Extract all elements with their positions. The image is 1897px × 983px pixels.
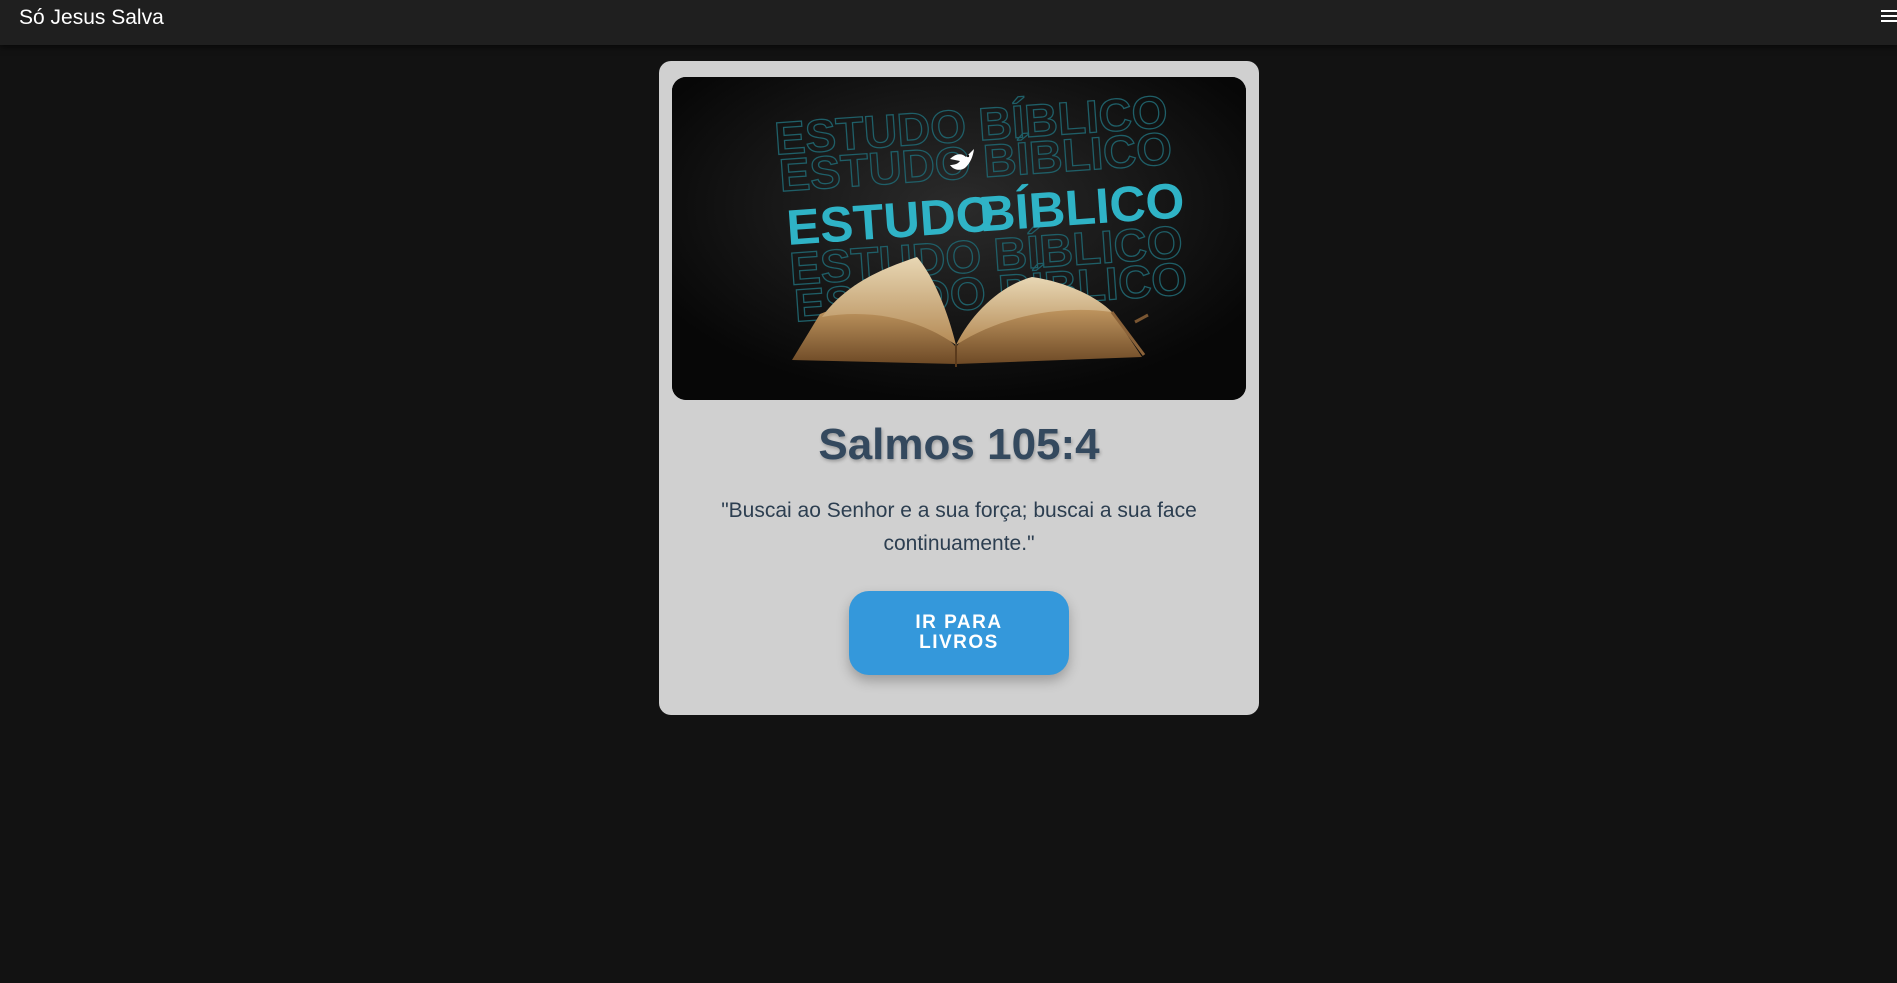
verse-text: "Buscai ao Senhor e a sua força; buscai … [721, 499, 1197, 555]
hamburger-menu-icon[interactable] [1881, 10, 1897, 26]
site-brand[interactable]: Só Jesus Salva [19, 7, 164, 29]
bible-study-banner: ESTUDO BÍBLICO ESTUDO BÍBLICO ESTUDO BÍB… [672, 77, 1246, 400]
verse-card: ESTUDO BÍBLICO ESTUDO BÍBLICO ESTUDO BÍB… [659, 61, 1259, 715]
verse-reference: Salmos 105:4 [818, 420, 1100, 469]
top-navbar: Só Jesus Salva [0, 0, 1897, 45]
go-to-books-button[interactable]: IR PARA LIVROS [849, 591, 1069, 675]
